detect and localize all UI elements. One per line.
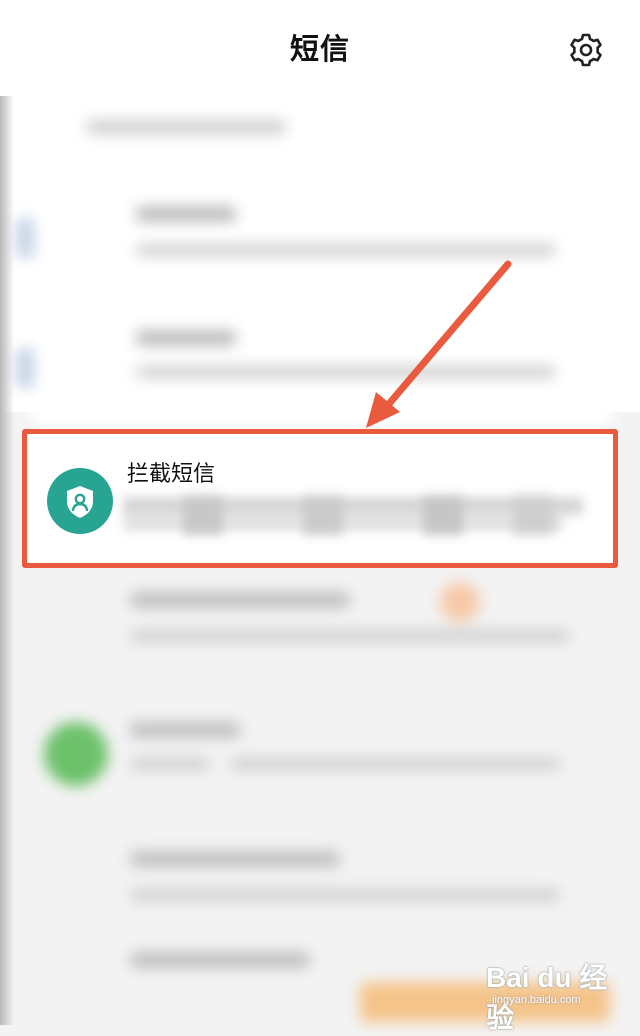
blurred-card xyxy=(16,98,616,428)
blocked-messages-item[interactable]: 拦截短信 xyxy=(22,429,618,568)
baidu-watermark: Bai du 经验 jingyan.baidu.com xyxy=(484,946,624,1033)
blur-shadow xyxy=(0,96,14,1025)
watermark-url: jingyan.baidu.com xyxy=(492,994,581,1006)
blurred-row xyxy=(0,837,640,957)
app-header: 短信 xyxy=(0,0,640,96)
gear-icon xyxy=(570,33,602,67)
page-title: 短信 xyxy=(289,32,350,66)
item-title: 拦截短信 xyxy=(127,462,216,487)
settings-button[interactable] xyxy=(566,30,606,70)
blurred-row xyxy=(0,712,640,832)
item-preview-redacted xyxy=(123,489,593,541)
blurred-row xyxy=(0,572,640,692)
shield-user-icon xyxy=(47,468,113,534)
